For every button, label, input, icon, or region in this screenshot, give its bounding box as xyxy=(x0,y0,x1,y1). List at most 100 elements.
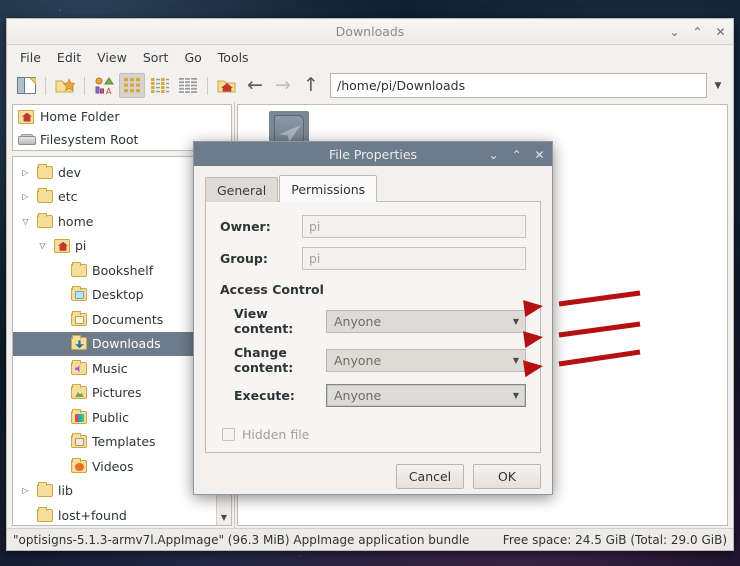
menu-sort[interactable]: Sort xyxy=(136,47,176,68)
group-value: pi xyxy=(309,251,321,266)
folder-icon xyxy=(37,482,53,498)
folder-icon xyxy=(37,506,53,522)
menu-file[interactable]: File xyxy=(13,47,48,68)
group-field[interactable]: pi xyxy=(302,247,526,270)
path-dropdown-icon[interactable]: ▼ xyxy=(709,73,727,98)
tree-item-home[interactable]: ▽ home xyxy=(13,209,216,234)
cancel-button[interactable]: Cancel xyxy=(396,464,464,489)
window-titlebar: Downloads ⌄ ⌃ ✕ xyxy=(7,19,733,45)
group-row: Group: pi xyxy=(220,247,526,270)
group-label: Group: xyxy=(220,251,268,266)
tree-item-lib[interactable]: ▷ lib xyxy=(13,479,216,504)
directory-tree: ▷ dev ▷ etc ▽ home ▽ pi Bookshelf Desktop Document… xyxy=(13,157,216,525)
menu-view[interactable]: View xyxy=(90,47,134,68)
hidden-file-label: Hidden file xyxy=(242,427,310,442)
tree-item-bookshelf[interactable]: Bookshelf xyxy=(13,258,216,283)
status-bar: "optisigns-5.1.3-armv7l.AppImage" (96.3 … xyxy=(7,528,733,550)
folder-downloads-icon xyxy=(71,335,87,351)
tree-item-templates[interactable]: Templates xyxy=(13,430,216,455)
dialog-minimize-icon[interactable]: ⌄ xyxy=(487,148,500,162)
tree-item-pi[interactable]: ▽ pi xyxy=(13,234,216,259)
execute-row: Execute: Anyone ▼ xyxy=(220,384,526,407)
tree-item-music[interactable]: Music xyxy=(13,356,216,381)
scroll-down-icon[interactable]: ▼ xyxy=(217,510,231,525)
twisty-collapsed-icon[interactable]: ▷ xyxy=(19,168,32,177)
menu-bar: File Edit View Sort Go Tools xyxy=(7,45,733,69)
tab-permissions[interactable]: Permissions xyxy=(279,175,378,202)
owner-label: Owner: xyxy=(220,219,271,234)
view-content-select[interactable]: Anyone ▼ xyxy=(326,309,526,333)
folder-public-icon xyxy=(71,408,87,424)
filter-icon[interactable]: A xyxy=(91,73,117,98)
permissions-panel: Owner: pi Group: pi Access Control View … xyxy=(205,201,541,453)
tree-item-downloads[interactable]: Downloads xyxy=(13,331,216,356)
tree-item-lost-found[interactable]: lost+found xyxy=(13,503,216,525)
minimize-icon[interactable]: ⌄ xyxy=(668,25,681,39)
owner-field[interactable]: pi xyxy=(302,215,526,238)
tree-item-pictures[interactable]: Pictures xyxy=(13,381,216,406)
folder-videos-icon xyxy=(71,457,87,473)
place-label: Filesystem Root xyxy=(40,132,139,147)
close-icon[interactable]: ✕ xyxy=(714,25,727,39)
place-home-folder[interactable]: Home Folder xyxy=(13,105,231,128)
menu-tools[interactable]: Tools xyxy=(211,47,256,68)
folder-icon xyxy=(37,188,53,204)
tree-item-label: etc xyxy=(58,189,78,205)
dialog-maximize-icon[interactable]: ⌃ xyxy=(510,148,523,162)
tree-item-label: Music xyxy=(92,360,128,376)
dialog-content: General Permissions Owner: pi Group: pi … xyxy=(194,166,552,499)
change-content-value: Anyone xyxy=(334,352,382,368)
tab-general[interactable]: General xyxy=(205,177,279,202)
home-icon[interactable] xyxy=(214,73,240,98)
tree-item-label: Desktop xyxy=(92,287,144,303)
toolbar-separator xyxy=(84,76,85,95)
folder-documents-icon xyxy=(71,310,87,326)
menu-go[interactable]: Go xyxy=(177,47,208,68)
tree-item-public[interactable]: Public xyxy=(13,405,216,430)
tree-item-label: Bookshelf xyxy=(92,262,154,278)
change-content-select[interactable]: Anyone ▼ xyxy=(326,348,526,372)
window-title: Downloads xyxy=(335,24,405,39)
tree-item-documents[interactable]: Documents xyxy=(13,307,216,332)
twisty-expanded-icon[interactable]: ▽ xyxy=(36,241,49,250)
path-text: /home/pi/Downloads xyxy=(337,78,466,93)
folder-templates-icon xyxy=(71,433,87,449)
change-content-row: Change content: Anyone ▼ xyxy=(220,345,526,375)
up-arrow-icon: ↑ xyxy=(303,74,319,96)
view-content-value: Anyone xyxy=(334,313,382,329)
maximize-icon[interactable]: ⌃ xyxy=(691,25,704,39)
up-button[interactable]: ↑ xyxy=(298,73,324,98)
twisty-collapsed-icon[interactable]: ▷ xyxy=(19,486,32,495)
menu-edit[interactable]: Edit xyxy=(50,47,88,68)
folder-desktop-icon xyxy=(71,286,87,302)
tree-item-dev[interactable]: ▷ dev xyxy=(13,160,216,185)
tree-item-label: Videos xyxy=(92,458,134,474)
ok-button[interactable]: OK xyxy=(473,464,541,489)
tree-item-desktop[interactable]: Desktop xyxy=(13,283,216,308)
execute-label: Execute: xyxy=(234,388,295,403)
new-window-icon[interactable] xyxy=(13,73,39,98)
execute-select[interactable]: Anyone ▼ xyxy=(326,384,526,407)
new-folder-icon[interactable] xyxy=(52,73,78,98)
access-control-label: Access Control xyxy=(220,282,324,297)
icon-view-icon[interactable] xyxy=(119,73,145,98)
chevron-down-icon: ▼ xyxy=(512,355,519,365)
hidden-file-checkbox[interactable] xyxy=(222,428,235,441)
toolbar-separator xyxy=(45,76,46,95)
compact-view-icon[interactable] xyxy=(147,73,173,98)
hidden-file-row[interactable]: Hidden file xyxy=(220,427,526,442)
owner-value: pi xyxy=(309,219,321,234)
detail-view-icon[interactable] xyxy=(175,73,201,98)
tree-item-etc[interactable]: ▷ etc xyxy=(13,185,216,210)
place-label: Home Folder xyxy=(40,109,120,124)
twisty-expanded-icon[interactable]: ▽ xyxy=(19,217,32,226)
path-input[interactable]: /home/pi/Downloads xyxy=(330,73,707,98)
tree-item-videos[interactable]: Videos xyxy=(13,454,216,479)
tree-item-label: home xyxy=(58,213,94,229)
back-button[interactable]: ← xyxy=(242,73,268,98)
twisty-collapsed-icon[interactable]: ▷ xyxy=(19,192,32,201)
forward-button[interactable]: → xyxy=(270,73,296,98)
dialog-close-icon[interactable]: ✕ xyxy=(533,148,546,162)
folder-music-icon xyxy=(71,359,87,375)
tab-strip: General Permissions xyxy=(205,175,541,202)
